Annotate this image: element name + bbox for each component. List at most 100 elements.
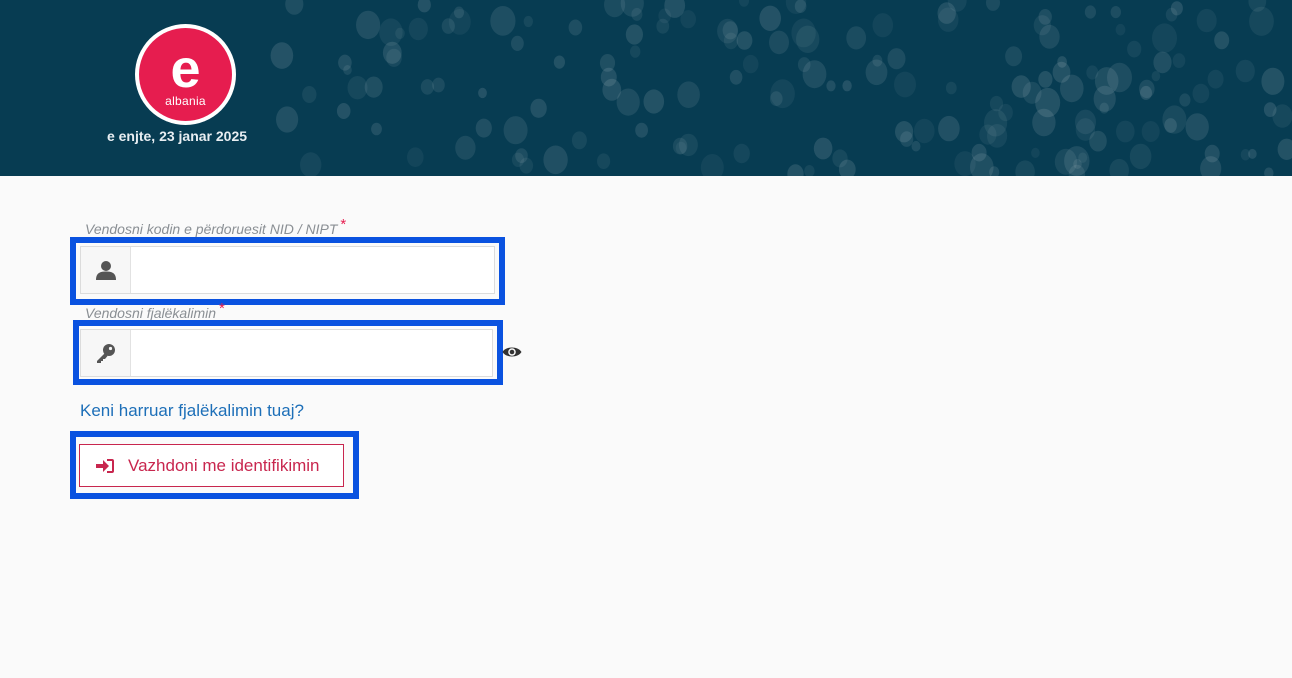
header-dot	[1015, 160, 1035, 176]
header-dot	[553, 55, 566, 69]
header-dot	[872, 13, 894, 38]
header-dot	[1179, 93, 1191, 107]
header-dot	[1110, 6, 1122, 19]
header-dot	[356, 10, 381, 40]
header-dot	[954, 151, 976, 176]
header-dot	[490, 6, 516, 36]
header-dot	[717, 18, 738, 44]
key-icon	[81, 330, 131, 376]
header-dot	[1240, 149, 1251, 161]
header-dot	[1116, 120, 1135, 143]
header-dot	[797, 57, 811, 73]
header-dot	[1235, 59, 1255, 83]
header-dot	[1185, 113, 1209, 141]
header-dot	[938, 115, 960, 142]
password-field[interactable]	[80, 329, 493, 377]
continue-login-button[interactable]: Vazhdoni me identifikimin	[79, 444, 344, 487]
header-dot	[1264, 167, 1274, 176]
header-dot	[302, 86, 317, 103]
header-dot	[846, 26, 867, 50]
header-dot	[408, 17, 428, 41]
header-dot	[420, 79, 434, 95]
username-field[interactable]	[80, 246, 495, 294]
header-dot	[1263, 102, 1277, 117]
header-dot	[826, 80, 836, 92]
header-dot	[733, 143, 750, 164]
header-dot	[989, 95, 1004, 112]
header-dot	[1277, 138, 1292, 160]
header-dot	[738, 0, 750, 7]
header-dot	[770, 79, 795, 109]
header-dot	[1054, 148, 1077, 175]
header-dot	[1249, 6, 1274, 36]
header-dot	[599, 54, 616, 72]
header-dot	[543, 145, 568, 175]
logo-word: albania	[165, 93, 206, 108]
header-dot	[945, 81, 957, 95]
header-dot	[1261, 67, 1285, 95]
header-dot	[937, 7, 959, 32]
header-dot	[742, 54, 759, 74]
header-dot	[270, 42, 294, 69]
header-dot	[678, 133, 698, 157]
header-dot	[371, 122, 382, 136]
header-dot	[475, 118, 492, 138]
header-dot	[455, 135, 476, 160]
header-dot	[894, 71, 916, 98]
header-dot	[736, 31, 753, 50]
header-dot	[1140, 85, 1152, 100]
header-dot	[597, 153, 611, 169]
header-dot	[1196, 8, 1217, 33]
header-dot	[1192, 83, 1210, 104]
user-icon	[81, 247, 131, 293]
logo-badge: e albania	[139, 28, 232, 121]
header-dot	[677, 81, 700, 108]
header-dot	[300, 152, 322, 176]
header-dot	[700, 154, 724, 176]
header-dot	[382, 41, 402, 64]
header-dot	[530, 98, 547, 118]
header-dot	[1038, 71, 1053, 88]
header-dot	[285, 0, 304, 15]
header-dot	[643, 89, 665, 114]
header-dot	[523, 15, 533, 28]
sign-in-icon	[96, 458, 114, 473]
header-dot	[625, 24, 644, 45]
header-dot	[895, 121, 914, 143]
forgot-password-link[interactable]: Keni harruar fjalëkalimin tuaj?	[80, 401, 304, 421]
header-dot	[432, 77, 445, 93]
header-dot	[1170, 1, 1183, 16]
password-input[interactable]	[131, 330, 492, 376]
continue-login-label: Vazhdoni me identifikimin	[128, 455, 320, 475]
page-header: e albania e enjte, 23 janar 2025	[0, 0, 1292, 176]
header-dot	[986, 0, 1000, 11]
eye-icon[interactable]	[502, 344, 522, 360]
header-dot	[1031, 147, 1040, 158]
header-dot	[1084, 5, 1096, 19]
header-dot	[417, 0, 431, 13]
header-dot	[791, 18, 816, 48]
username-label: Vendosni kodin e përdoruesit NID / NIPT *	[85, 216, 347, 237]
header-dot	[276, 106, 299, 133]
header-dot	[872, 54, 883, 67]
header-dot	[1129, 143, 1152, 170]
required-mark: *	[219, 300, 225, 317]
header-dot	[503, 116, 528, 145]
header-dot	[635, 122, 648, 138]
header-dot	[1152, 23, 1177, 53]
username-input[interactable]	[131, 247, 494, 293]
header-dot	[1109, 158, 1129, 176]
header-dot	[979, 124, 997, 145]
header-dot	[1075, 118, 1096, 141]
header-dot	[336, 103, 351, 119]
header-dot	[519, 157, 534, 174]
header-dot	[1214, 31, 1230, 50]
header-dot	[511, 35, 524, 52]
logo-letter: e	[170, 38, 201, 99]
e-albania-logo[interactable]: e albania	[135, 24, 236, 125]
header-dot	[568, 19, 583, 36]
header-dot	[656, 18, 670, 34]
header-dot	[911, 140, 921, 152]
header-dot	[769, 30, 789, 55]
required-mark: *	[340, 216, 347, 233]
